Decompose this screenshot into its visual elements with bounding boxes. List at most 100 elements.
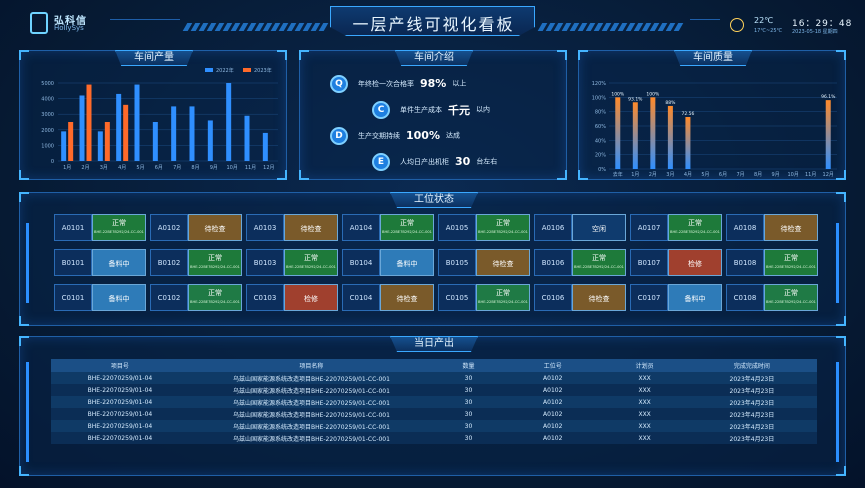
status-label: 检修 [688, 260, 702, 268]
sun-icon [730, 18, 744, 32]
x-tick-label: 3月 [100, 165, 108, 171]
status-project-number: BHE-22BE7B292/24-CC-001 [574, 265, 624, 269]
status-project-number: BHE-22BE7B292/24-CC-001 [190, 300, 240, 304]
status-label: 待检查 [588, 295, 610, 303]
date: 2023-05-18 星期四 [792, 29, 838, 35]
quality-bar [825, 100, 831, 169]
table-row[interactable]: BHE-22070259/01-04 乌兹山国家能源系统改造项目BHE-22070… [51, 420, 817, 432]
table-cell: 乌兹山国家能源系统改造项目BHE-22070259/01-CC-001 [188, 408, 434, 420]
x-tick-label: 6月 [719, 172, 727, 178]
table-cell: A0102 [502, 372, 603, 384]
status-label: 空闲 [592, 225, 606, 233]
table-row[interactable]: BHE-22070259/01-04 乌兹山国家能源系统改造项目BHE-22070… [51, 384, 817, 396]
y-tick-label: 3000 [41, 112, 54, 118]
bar-2022 [226, 83, 232, 161]
status-project-number: BHE-22BE7B292/24-CC-001 [670, 230, 720, 234]
table-cell: 乌兹山国家能源系统改造项目BHE-22070259/01-CC-001 [188, 384, 434, 396]
data-label: 93.1% [628, 96, 643, 102]
logo-mark-icon [30, 12, 48, 34]
x-tick-label: 12月 [823, 172, 834, 178]
intro-suffix: 以内 [476, 105, 490, 114]
station-status: 备料中 [668, 284, 722, 311]
intro-text: 单件生产成本 [400, 105, 442, 114]
table-header-cell: 完成完成时间 [686, 359, 817, 372]
x-tick-label: 5月 [701, 172, 709, 178]
intro-value: 千元 [448, 103, 470, 117]
bar-2022 [134, 84, 140, 161]
table-cell: A0102 [502, 384, 603, 396]
y-tick-label: 80% [595, 110, 606, 116]
station-code: A0102 [150, 214, 188, 241]
station-status: 待检查 [476, 249, 530, 276]
table-row[interactable]: BHE-22070259/01-04 乌兹山国家能源系统改造项目BHE-22070… [51, 408, 817, 420]
quality-bar [667, 105, 673, 169]
station-status: 正常 BHE-22BE7B292/24-CC-001 [668, 214, 722, 241]
station-code: B0104 [342, 249, 380, 276]
deco-stripes-right [537, 16, 684, 31]
title-box: 一层产线可视化看板 [330, 6, 535, 36]
side-bar [26, 223, 29, 303]
table-cell: XXX [602, 432, 687, 444]
y-tick-label: 1000 [41, 143, 54, 149]
station-status: 备料中 [92, 284, 146, 311]
divider [690, 19, 720, 20]
station-code: A0104 [342, 214, 380, 241]
x-tick-label: 12月 [263, 165, 274, 171]
status-label: 正常 [496, 289, 510, 297]
table-row[interactable]: BHE-22070259/01-04 乌兹山国家能源系统改造项目BHE-22070… [51, 396, 817, 408]
x-tick-label: 5月 [136, 165, 144, 171]
intro-badge: C [372, 100, 390, 119]
x-tick-label: 2月 [649, 172, 657, 178]
quality-bar [685, 116, 691, 169]
table-row[interactable]: BHE-22070259/01-04 乌兹山国家能源系统改造项目BHE-22070… [51, 372, 817, 384]
y-tick-label: 40% [595, 138, 606, 144]
table-cell: 30 [433, 372, 503, 384]
intro-suffix: 以上 [452, 79, 467, 88]
x-tick-label: 1月 [631, 172, 639, 178]
status-label: 待检查 [300, 225, 322, 233]
status-label: 正常 [688, 219, 702, 227]
quality-bar [632, 102, 638, 169]
table-cell: 2023年4月23日 [686, 420, 817, 432]
table-cell: 2023年4月23日 [686, 384, 817, 396]
page-title: 一层产线可视化看板 [352, 15, 515, 34]
table-cell: XXX [602, 408, 687, 420]
x-tick-label: 8月 [191, 165, 199, 171]
station-status: 待检查 [188, 214, 242, 241]
intro-badge: Q [330, 74, 348, 93]
station-code: A0103 [246, 214, 284, 241]
y-tick-label: 100% [592, 95, 607, 101]
table-cell: 乌兹山国家能源系统改造项目BHE-22070259/01-CC-001 [188, 372, 434, 384]
station-status: 正常 BHE-22BE7B292/24-CC-001 [572, 249, 626, 276]
output-table: 项目号 项目名称 数量 工位号 计划员 完成完成时间 BHE-22070259/01-04… [51, 359, 817, 444]
table-cell: 30 [433, 396, 503, 408]
station-status: 正常 BHE-22BE7B292/24-CC-001 [92, 214, 146, 241]
table-header-cell: 项目号 [51, 359, 189, 372]
station-code: B0105 [438, 249, 476, 276]
station-code: B0101 [54, 249, 92, 276]
status-label: 正常 [112, 219, 126, 227]
status-project-number: BHE-22BE7B292/24-CC-001 [286, 265, 336, 269]
table-cell: A0102 [502, 432, 603, 444]
station-status: 检修 [668, 249, 722, 276]
header: 弘科信 HollySys 一层产线可视化看板 22℃ 17℃~25℃ 16：29… [0, 0, 865, 44]
x-tick-label: 8月 [754, 172, 762, 178]
data-label: 72.56 [681, 111, 694, 117]
status-project-number: BHE-22BE7B292/24-CC-001 [94, 230, 144, 234]
table-row[interactable]: BHE-22070259/01-04 乌兹山国家能源系统改造项目BHE-22070… [51, 432, 817, 444]
station-status: 备料中 [380, 249, 434, 276]
table-cell: BHE-22070259/01-04 [51, 396, 189, 408]
table-cell: 30 [433, 432, 503, 444]
intro-value: 30 [455, 155, 471, 168]
y-tick-label: 20% [595, 153, 606, 159]
status-project-number: BHE-22BE7B292/24-CC-001 [382, 230, 432, 234]
status-label: 正常 [784, 289, 798, 297]
station-status: 正常 BHE-22BE7B292/24-CC-001 [476, 214, 530, 241]
bar-2022 [171, 106, 177, 161]
table-cell: BHE-22070259/01-04 [51, 384, 189, 396]
x-tick-label: 9月 [772, 172, 780, 178]
station-status: 正常 BHE-22BE7B292/24-CC-001 [764, 249, 818, 276]
x-tick-label: 7月 [736, 172, 744, 178]
x-tick-label: 9月 [210, 165, 218, 171]
side-bar [836, 223, 839, 303]
